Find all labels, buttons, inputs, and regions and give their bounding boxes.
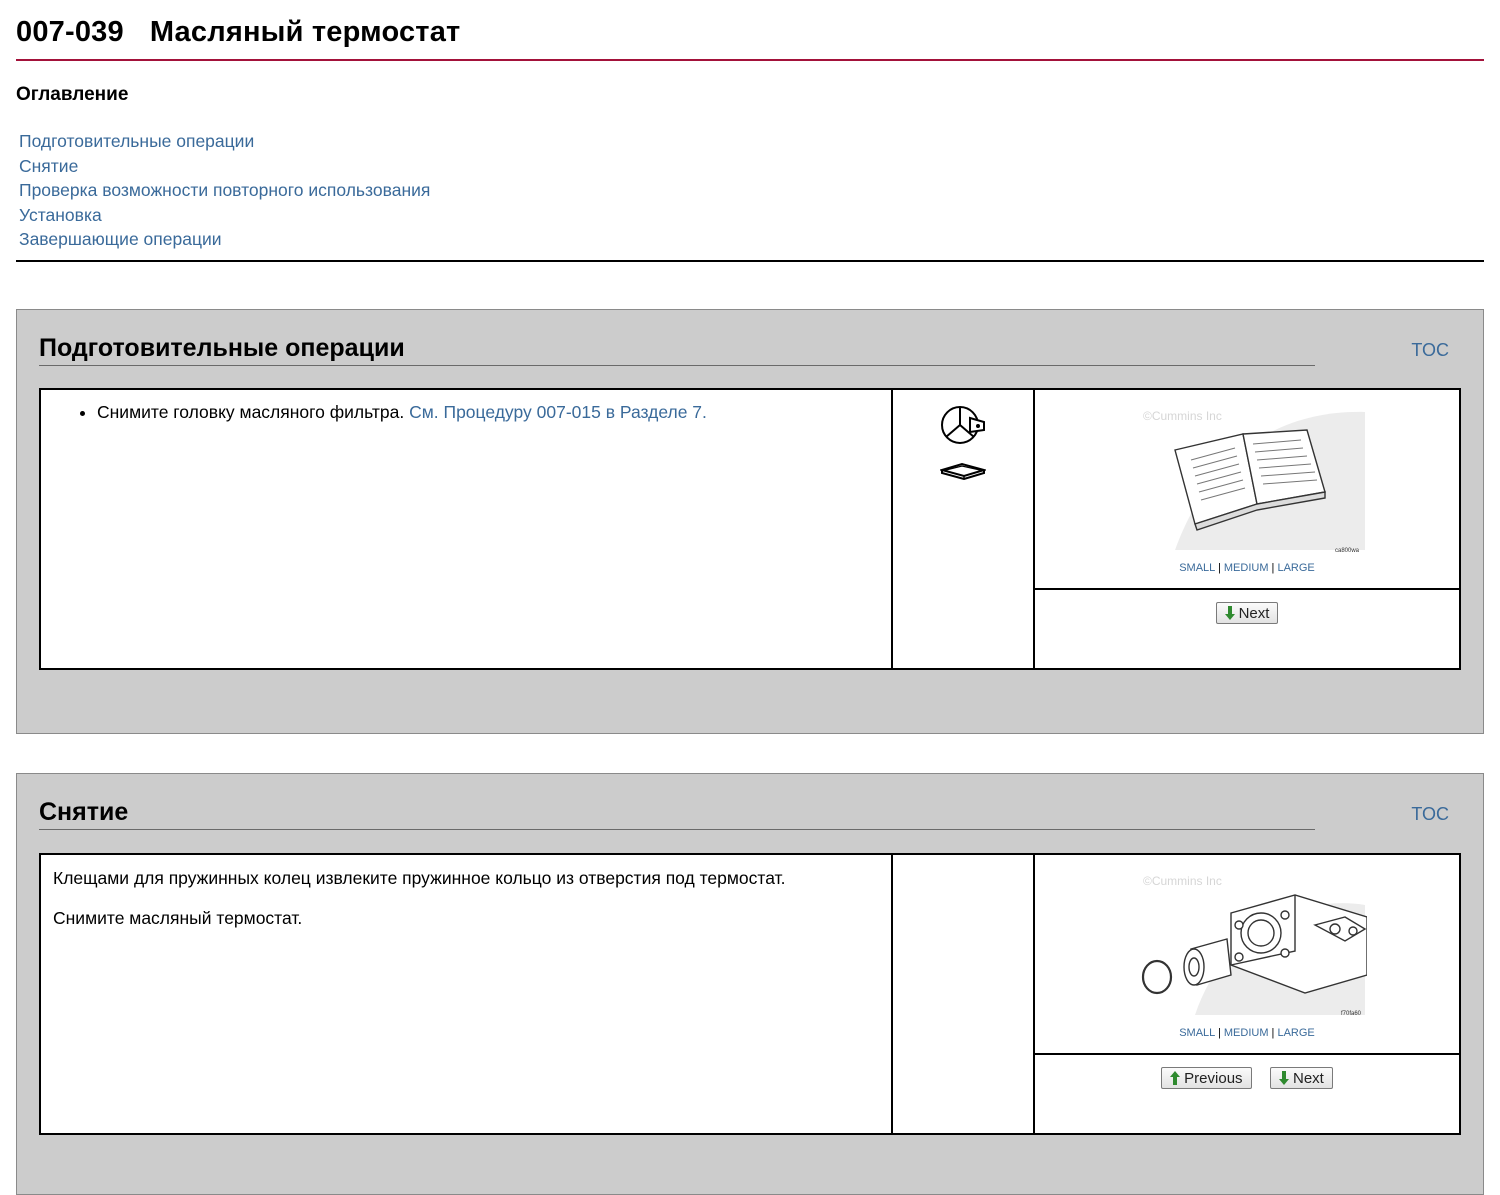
previous-button[interactable]: Previous [1161,1067,1252,1089]
procedure-text-cell: Снимите головку масляного фильтра. См. П… [41,390,893,668]
section-preparatory: Подготовительные операции TOC Снимите го… [16,309,1484,734]
image-code: f70fa60 [1341,1011,1362,1017]
section-title-rule [39,365,1315,366]
procedure-step: Снимите головку масляного фильтра. См. П… [97,400,891,424]
title-divider [16,59,1484,61]
image-copyright: ©Cummins Inc [1143,874,1222,888]
image-size-medium[interactable]: MEDIUM [1224,562,1269,574]
doc-number: 007-039 [16,16,124,48]
reference-manual-icon [940,462,986,480]
procedure-icons-cell [893,390,1035,668]
procedure-paragraph: Клещами для пружинных колец извлеките пр… [53,868,786,888]
image-size-large[interactable]: LARGE [1277,562,1314,574]
toc-link-removal[interactable]: Снятие [19,156,78,176]
next-button-label: Next [1238,604,1270,622]
arrow-down-icon [1224,606,1235,620]
toc-list: Подготовительные операции Снятие Проверк… [19,129,430,252]
procedure-reference-link[interactable]: См. Процедуру 007-015 в Разделе 7. [409,402,707,422]
next-button[interactable]: Next [1269,1067,1333,1089]
procedure-table: Клещами для пружинных колец извлеките пр… [39,853,1461,1135]
section-removal: Снятие TOC Клещами для пружинных колец и… [16,773,1484,1195]
procedure-table: Снимите головку масляного фильтра. См. П… [39,388,1461,670]
toc-link-finishing[interactable]: Завершающие операции [19,229,222,249]
image-code: ca800wa [1335,548,1360,554]
toc-heading: Оглавление [16,84,129,105]
image-size-small[interactable]: SMALL [1179,562,1215,574]
toc-link-preparatory[interactable]: Подготовительные операции [19,131,254,151]
arrow-up-icon [1170,1071,1181,1085]
page-title: 007-039 Масляный термостат [16,16,460,49]
previous-button-label: Previous [1184,1069,1243,1087]
procedure-icons-cell [893,855,1035,1133]
toc-divider [16,260,1484,262]
toc-return-link[interactable]: TOC [1411,804,1449,825]
section-title-rule [39,829,1315,830]
image-size-links: SMALL | MEDIUM | LARGE [1179,1027,1315,1039]
toc-link-installation[interactable]: Установка [19,205,102,225]
image-copyright: ©Cummins Inc [1143,409,1222,423]
section-title: Снятие [39,798,129,826]
doc-title-text: Масляный термостат [149,16,461,48]
procedure-paragraph: Снимите масляный термостат. [53,908,303,928]
arrow-down-icon [1278,1071,1289,1085]
section-title: Подготовительные операции [39,334,405,362]
image-size-large[interactable]: LARGE [1277,1027,1314,1039]
step-text: Снимите головку масляного фильтра. [97,402,405,422]
image-size-small[interactable]: SMALL [1179,1027,1215,1039]
image-size-links: SMALL | MEDIUM | LARGE [1179,562,1315,574]
image-size-medium[interactable]: MEDIUM [1224,1027,1269,1039]
thermostat-removal-illustration[interactable]: ©Cummins Inc f70fa60 [1135,865,1367,1021]
toc-return-link[interactable]: TOC [1411,340,1449,361]
open-manual-illustration[interactable]: ©Cummins Inc ca800wa [1135,400,1367,556]
toc-link-reuse-check[interactable]: Проверка возможности повторного использо… [19,180,430,200]
next-button-label: Next [1292,1069,1324,1087]
next-button[interactable]: Next [1215,602,1279,624]
procedure-text-cell: Клещами для пружинных колец извлеките пр… [41,855,893,1133]
procedure-media-cell: ©Cummins Inc ca800wa SMALL | MEDIUM | LA… [1035,390,1459,668]
procedure-media-cell: ©Cummins Inc f70fa60 SMALL | MEDIUM | LA… [1035,855,1459,1133]
tools-required-icon [941,406,985,444]
